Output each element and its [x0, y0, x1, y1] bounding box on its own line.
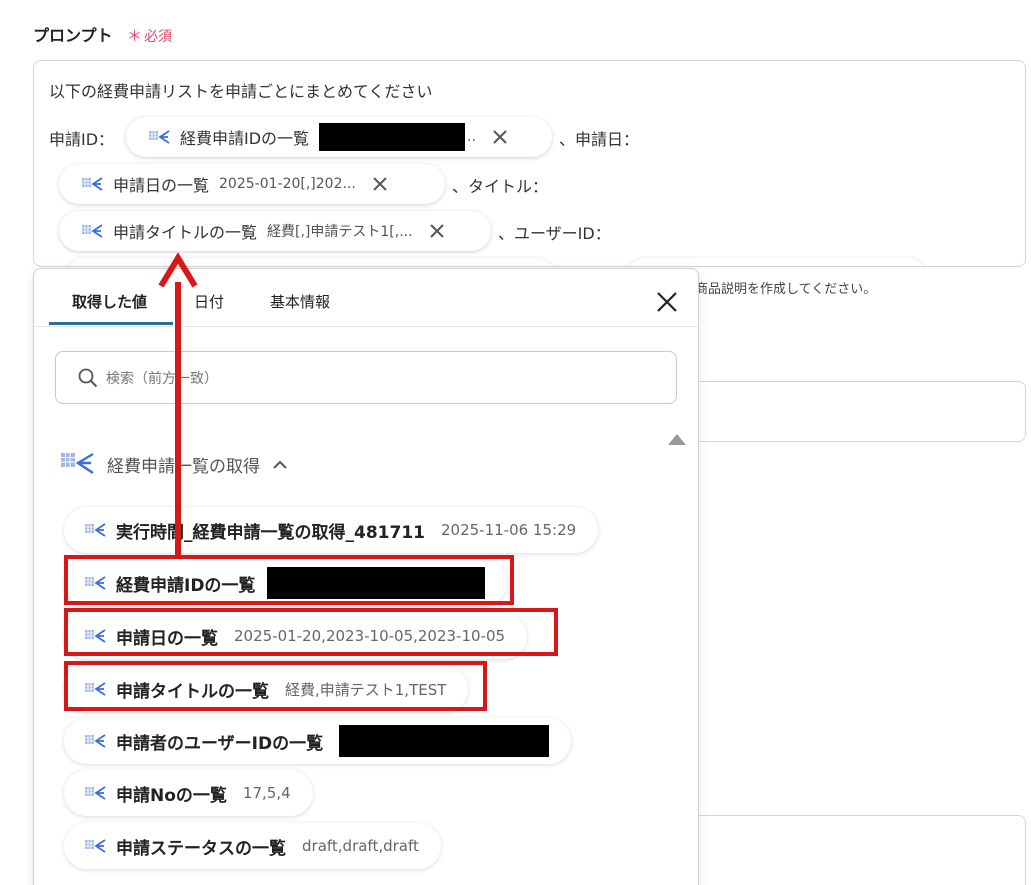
- close-icon[interactable]: [370, 174, 390, 194]
- variable-pill[interactable]: 申請タイトルの一覧 経費[,]申請テスト1[,...: [59, 211, 491, 251]
- prompt-row2-prefix: 申請ID：: [49, 130, 115, 149]
- spreadsheet-plane-icon: [149, 130, 170, 144]
- variable-pill-partial[interactable]: [64, 258, 556, 266]
- tab-basic-info[interactable]: 基本情報: [270, 291, 330, 312]
- highlight-box: [64, 555, 514, 605]
- redacted-value: [339, 725, 550, 757]
- hint-text: 商品説明を作成してください。: [695, 282, 877, 297]
- spreadsheet-plane-icon: [82, 177, 103, 191]
- item-label: 申請ステータスの一覧: [116, 838, 286, 859]
- pill-label: 経費申請IDの一覧: [180, 129, 310, 148]
- field-label: プロンプト: [33, 26, 113, 45]
- close-icon[interactable]: [490, 127, 510, 147]
- pill-ellipsis: ..: [467, 129, 476, 145]
- list-item[interactable]: 実行時間_経費申請一覧の取得_481711 2025-11-06 15:29: [64, 507, 599, 553]
- prompt-row3-suffix: 、タイトル：: [452, 177, 549, 196]
- close-icon[interactable]: [427, 221, 447, 241]
- item-label: 申請者のユーザーIDの一覧: [116, 733, 324, 754]
- highlight-box: [64, 661, 487, 711]
- spreadsheet-plane-icon: [85, 786, 106, 800]
- item-label: 申請Noの一覧: [116, 785, 227, 806]
- active-tab-indicator: [49, 322, 173, 325]
- required-text: 必須: [144, 29, 173, 45]
- required-badge: ＊必須: [127, 25, 172, 46]
- list-item[interactable]: 申請者のユーザーIDの一覧: [64, 718, 572, 764]
- pill-value: 2025-01-20[,]202...: [219, 176, 356, 192]
- variable-pill-partial[interactable]: [626, 258, 928, 266]
- search-input[interactable]: 検索（前方一致）: [55, 351, 677, 404]
- pill-value: 経費[,]申請テスト1[,...: [267, 224, 413, 240]
- spreadsheet-plane-icon: [85, 734, 106, 748]
- redacted-value: [319, 123, 466, 151]
- prompt-editor[interactable]: 以下の経費申請リストを申請ごとにまとめてください 申請ID： 経費申請IDの一覧…: [33, 60, 1026, 267]
- tab-fetched-values[interactable]: 取得した値: [72, 291, 147, 312]
- prompt-line-1: 以下の経費申請リストを申請ごとにまとめてください: [49, 82, 433, 101]
- highlight-box: [64, 608, 558, 656]
- item-label: 実行時間_経費申請一覧の取得_481711: [116, 522, 425, 543]
- section-header[interactable]: 経費申請一覧の取得: [59, 449, 288, 479]
- item-value: 2025-11-06 15:29: [440, 521, 577, 539]
- list-item[interactable]: 申請Noの一覧 17,5,4: [64, 770, 313, 816]
- chevron-up-icon[interactable]: [272, 459, 288, 469]
- prompt-row2-suffix: 、申請日：: [559, 130, 640, 149]
- close-icon[interactable]: [654, 289, 680, 315]
- tab-date[interactable]: 日付: [194, 291, 224, 312]
- tab-divider: [34, 326, 698, 327]
- background-input[interactable]: [680, 381, 1026, 442]
- required-mark: ＊: [127, 27, 143, 45]
- background-input[interactable]: [680, 815, 1026, 885]
- search-placeholder: 検索（前方一致）: [106, 370, 218, 387]
- list-item[interactable]: 申請ステータスの一覧 draft,draft,draft: [64, 823, 441, 869]
- scroll-up-arrow[interactable]: [668, 434, 686, 445]
- section-title: 経費申請一覧の取得: [107, 456, 260, 477]
- spreadsheet-plane-icon: [85, 839, 106, 853]
- pill-label: 申請タイトルの一覧: [113, 223, 258, 242]
- item-value: draft,draft,draft: [302, 837, 419, 855]
- spreadsheet-plane-icon: [85, 523, 106, 537]
- search-icon: [78, 368, 98, 387]
- spreadsheet-plane-icon: [61, 452, 94, 474]
- spreadsheet-plane-icon: [82, 224, 103, 238]
- variable-pill[interactable]: 経費申請IDの一覧 ..: [126, 117, 552, 157]
- prompt-row4-suffix: 、ユーザーID：: [498, 224, 611, 243]
- item-value: 17,5,4: [242, 784, 291, 802]
- variable-pill[interactable]: 申請日の一覧 2025-01-20[,]202...: [59, 164, 445, 204]
- pill-label: 申請日の一覧: [113, 176, 210, 195]
